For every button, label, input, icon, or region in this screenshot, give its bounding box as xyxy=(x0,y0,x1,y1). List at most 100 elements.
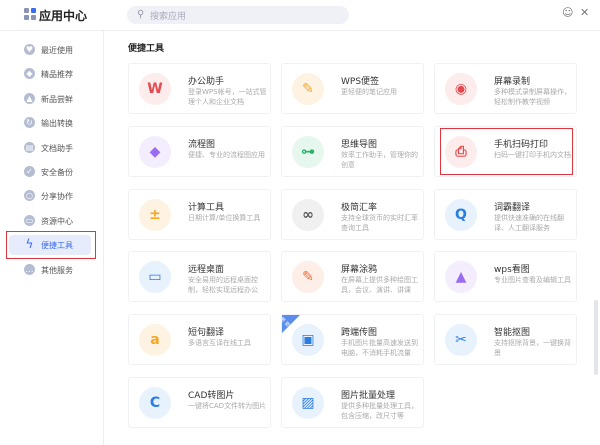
sidebar-item-5[interactable]: ▤ 文档助手 xyxy=(9,138,91,158)
screen-draw-icon: ✎ xyxy=(292,261,324,294)
app-description: 登录WPS帐号，一站式管理个人和企业文档 xyxy=(188,88,267,106)
scrollbar[interactable] xyxy=(594,300,598,375)
shield-icon: ✓ xyxy=(24,166,35,177)
app-name: 短句翻译 xyxy=(188,328,225,339)
app-description: 一键将CAD文件转为图片 xyxy=(188,402,267,410)
app-description: 扫码一键打印手机内文档 xyxy=(494,150,571,159)
app-name: 跨端传图 xyxy=(341,328,378,339)
app-description: 支持抠除背景，一键换背景 xyxy=(494,339,571,358)
app-description: 专业图片查看及编辑工具 xyxy=(494,276,571,285)
sidebar-item-4[interactable]: ↻ 输出转换 xyxy=(9,113,91,133)
app-card[interactable]: ⊶ 思维导图 效率工作助手，管理你的创意 xyxy=(281,125,424,177)
app-name: 极简汇率 xyxy=(341,202,378,213)
document-icon: ▤ xyxy=(24,141,35,153)
app-card[interactable]: ▭ 远程桌面 安全易用的远程桌面控制，轻松实现远程办公 xyxy=(128,251,271,303)
app-name: 手机扫码打印 xyxy=(494,139,549,150)
app-description: 日期计算/单位换算工具 xyxy=(188,213,261,222)
app-card[interactable]: W 办公助手 登录WPS帐号，一站式管理个人和企业文档 xyxy=(128,63,271,114)
search-input[interactable]: ⚲ 搜索应用 xyxy=(127,6,349,24)
sidebar-item-1[interactable]: ♥ 最近使用 xyxy=(9,40,91,60)
app-name: 思维导图 xyxy=(341,139,378,150)
sidebar-item-label: 输出转换 xyxy=(41,119,73,129)
app-center-logo-icon xyxy=(24,8,36,20)
app-description: 提供多种批量处理工具，包含压缩，改尺寸等 xyxy=(341,402,418,420)
sidebar-item-label: 分享协作 xyxy=(41,192,73,202)
sidebar-item-10[interactable]: … 其他服务 xyxy=(9,260,91,280)
app-description: 多语言互译在线工具 xyxy=(188,339,251,348)
mindmap-icon: ⊶ xyxy=(292,135,324,168)
app-name: 智能抠图 xyxy=(494,328,531,339)
heart-icon: ♥ xyxy=(24,44,35,55)
box-icon: ▭ xyxy=(24,214,35,226)
sidebar-item-label: 其他服务 xyxy=(41,265,73,275)
app-name: 远程桌面 xyxy=(188,265,225,276)
sidebar-item-label: 最近使用 xyxy=(41,46,73,55)
feedback-icon[interactable]: ☺ xyxy=(562,6,573,19)
app-description: 手机图片批量高速发送到电脑，不消耗手机流量 xyxy=(341,339,418,358)
header: 应用中心 ⚲ 搜索应用 ☺ ✕ xyxy=(0,0,600,31)
app-card[interactable]: ⎙ 手机扫码打印 扫码一键打印手机内文档 xyxy=(434,125,577,177)
app-card[interactable]: ∞ 极简汇率 支持全球货币的实时汇率查询工具 xyxy=(281,188,424,240)
app-name: 计算工具 xyxy=(188,202,225,213)
sentence-translate-icon: a xyxy=(139,324,171,357)
remote-desktop-icon: ▭ xyxy=(139,261,171,294)
app-name: wps看图 xyxy=(494,265,530,276)
sidebar-item-label: 文档助手 xyxy=(41,143,73,153)
app-description: 安全易用的远程桌面控制，轻松实现远程办公 xyxy=(188,276,258,295)
sidebar-item-2[interactable]: ◆ 精品推荐 xyxy=(9,64,91,84)
calculator-icon: ± xyxy=(139,198,171,231)
sidebar-item-label: 新品尝鲜 xyxy=(41,94,73,104)
app-card[interactable]: ✂ 智能抠图 支持抠除背景，一键换背景 xyxy=(434,314,577,366)
app-card[interactable]: ✎ WPS便签 更轻便的笔记应用 xyxy=(281,63,424,114)
sidebar-item-label: 便捷工具 xyxy=(41,241,73,251)
app-description: 在屏幕上提供多种绘图工具，会议、演讲、讲课沟... xyxy=(341,276,418,295)
sidebar-item-9[interactable]: ϟ 便捷工具 xyxy=(9,235,91,256)
app-card[interactable]: ◉ 屏幕录制 多种模式录制屏幕操作，轻松制作教学视频 xyxy=(434,63,577,114)
more-icon: … xyxy=(24,263,35,275)
sidebar: ♥ 最近使用 ◆ 精品推荐 ▲ 新品尝鲜 ↻ 输出转换 ▤ 文档助手 ✓ 安全备份 ○ 分享协作 ▭ 资源中心… xyxy=(0,31,104,445)
app-card[interactable]: C CAD转图片 一键将CAD文件转为图片 xyxy=(128,377,271,428)
image-viewer-icon: ▲ xyxy=(445,261,477,294)
cad-to-image-icon: C xyxy=(139,387,171,419)
app-card[interactable]: 推荐 ▣ 跨端传图 手机图片批量高速发送到电脑，不消耗手机流量 xyxy=(279,314,424,366)
sidebar-item-3[interactable]: ▲ 新品尝鲜 xyxy=(9,89,91,109)
app-name: 图片批量处理 xyxy=(341,391,396,401)
app-name: WPS便签 xyxy=(341,77,380,87)
app-card[interactable]: ▲ wps看图 专业图片查看及编辑工具 xyxy=(434,251,577,303)
lightning-icon: ϟ xyxy=(25,237,34,252)
flowchart-icon: ◆ xyxy=(139,135,171,168)
sidebar-item-6[interactable]: ✓ 安全备份 xyxy=(9,162,91,182)
app-card[interactable]: ✎ 屏幕涂鸦 在屏幕上提供多种绘图工具，会议、演讲、讲课沟... xyxy=(281,251,424,303)
app-card[interactable]: Q 词霸翻译 提供快速准确的在线翻译、人工翻译服务 xyxy=(434,188,577,240)
app-card[interactable]: a 短句翻译 多语言互译在线工具 xyxy=(128,314,271,366)
diamond-icon: ◆ xyxy=(24,68,35,80)
section-title: 便捷工具 xyxy=(128,44,165,54)
smart-cutout-icon: ✂ xyxy=(445,324,477,357)
exchange-rate-icon: ∞ xyxy=(292,198,324,231)
sidebar-item-7[interactable]: ○ 分享协作 xyxy=(9,186,91,206)
screen-record-icon: ◉ xyxy=(445,73,477,105)
flame-icon: ▲ xyxy=(24,92,35,104)
app-description: 多种模式录制屏幕操作，轻松制作教学视频 xyxy=(494,88,571,106)
app-name: 屏幕涂鸦 xyxy=(341,265,378,276)
leaf-note-icon: ✎ xyxy=(292,73,324,105)
app-name: 屏幕录制 xyxy=(494,77,531,87)
window-title: 应用中心 xyxy=(39,9,88,23)
share-icon: ○ xyxy=(24,190,35,202)
app-description: 支持全球货币的实时汇率查询工具 xyxy=(341,213,418,232)
app-description: 便捷、专业的流程图应用 xyxy=(188,150,265,159)
app-card[interactable]: ± 计算工具 日期计算/单位换算工具 xyxy=(128,188,271,240)
wps-office-icon: W xyxy=(139,73,171,105)
app-name: 词霸翻译 xyxy=(494,202,531,213)
app-card[interactable]: ◆ 流程图 便捷、专业的流程图应用 xyxy=(128,125,271,177)
sidebar-item-8[interactable]: ▭ 资源中心 xyxy=(9,211,91,231)
sidebar-item-label: 精品推荐 xyxy=(41,70,73,80)
app-description: 提供快速准确的在线翻译、人工翻译服务 xyxy=(494,213,564,232)
batch-image-icon: ▨ xyxy=(292,387,324,419)
badge-label: 推荐 xyxy=(279,316,293,329)
cross-device-image-icon: ▣ xyxy=(292,324,324,357)
close-icon[interactable]: ✕ xyxy=(580,6,589,19)
app-name: 流程图 xyxy=(188,139,216,150)
app-card[interactable]: ▨ 图片批量处理 提供多种批量处理工具，包含压缩，改尺寸等 xyxy=(281,377,424,428)
search-placeholder: 搜索应用 xyxy=(150,12,187,22)
